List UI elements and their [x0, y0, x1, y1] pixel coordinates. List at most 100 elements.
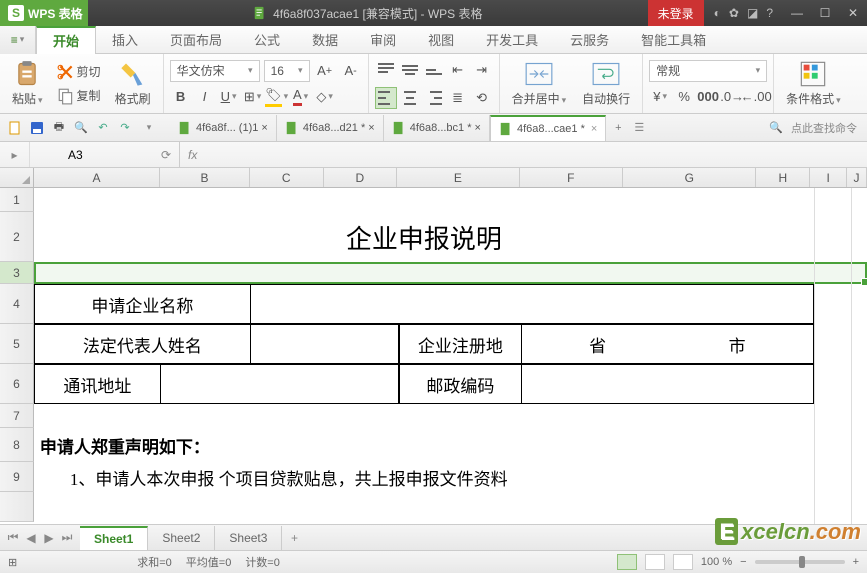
view-normal-button[interactable]	[617, 554, 637, 570]
bold-button[interactable]: B	[170, 86, 192, 108]
new-doc-tab-button[interactable]: +	[606, 122, 630, 134]
paste-button[interactable]: 粘贴▾	[6, 58, 49, 109]
cell-A9[interactable]: 1、申请人本次申报 个项目贷款贴息，共上报申报文件资料	[34, 462, 814, 492]
tab-view[interactable]: 视图	[412, 26, 470, 54]
currency-button[interactable]: ¥▾	[649, 86, 671, 108]
zoom-out-button[interactable]: −	[740, 556, 746, 568]
copy-button[interactable]: 复制	[53, 85, 105, 107]
cell-A4[interactable]: 申请企业名称	[34, 284, 251, 324]
col-E[interactable]: E	[397, 168, 519, 187]
qat-undo-icon[interactable]: ↶	[94, 119, 112, 137]
skin-icon[interactable]: ◪	[747, 6, 758, 20]
conditional-format-button[interactable]: 条件格式▾	[780, 58, 847, 109]
clear-format-button[interactable]: ◇▾	[314, 86, 336, 108]
font-size-select[interactable]: 16▾	[264, 60, 310, 82]
help-icon[interactable]: ?	[766, 6, 773, 20]
format-painter-button[interactable]: 格式刷	[109, 58, 157, 109]
minimize-button[interactable]: —	[783, 0, 811, 26]
justify-button[interactable]: ≣	[447, 87, 469, 109]
qat-print-icon[interactable]: 🖶	[50, 119, 68, 137]
tab-dev[interactable]: 开发工具	[470, 26, 554, 54]
zoom-slider[interactable]	[755, 560, 845, 564]
doc-close-icon[interactable]: ×	[591, 123, 597, 135]
cell-E5[interactable]: 企业注册地	[399, 324, 522, 364]
cell-F5[interactable]: 省市	[522, 324, 814, 364]
col-C[interactable]: C	[250, 168, 324, 187]
increase-decimal-button[interactable]: ←.00	[745, 86, 767, 108]
decrease-font-button[interactable]: A-	[340, 60, 362, 82]
col-H[interactable]: H	[756, 168, 810, 187]
sync-icon[interactable]: ◐	[714, 6, 721, 20]
name-box[interactable]: A3 ⟳	[60, 142, 180, 167]
border-button[interactable]: ⊞▾	[242, 86, 264, 108]
fill-color-button[interactable]: 🏷▾	[266, 86, 288, 108]
cell-C5[interactable]	[251, 324, 399, 364]
qat-preview-icon[interactable]: 🔍	[72, 119, 90, 137]
sheet-first-button[interactable]: ⏮	[4, 529, 22, 547]
maximize-button[interactable]: ☐	[811, 0, 839, 26]
align-left-button[interactable]	[375, 87, 397, 109]
row-9[interactable]: 9	[0, 462, 34, 492]
sheet-tab-3[interactable]: Sheet3	[215, 526, 282, 550]
sheet-tab-2[interactable]: Sheet2	[148, 526, 215, 550]
tab-insert[interactable]: 插入	[96, 26, 154, 54]
row-6[interactable]: 6	[0, 364, 34, 404]
align-bottom-button[interactable]	[423, 59, 445, 81]
tab-start[interactable]: 开始	[36, 26, 96, 54]
cell-C4[interactable]	[251, 284, 814, 324]
align-center-button[interactable]	[399, 87, 421, 109]
row-10[interactable]	[0, 492, 34, 522]
cell-A5[interactable]: 法定代表人姓名	[34, 324, 251, 364]
app-menu-button[interactable]: ≡▾	[0, 26, 36, 54]
sheet-last-button[interactable]: ⏭	[58, 529, 76, 547]
font-family-select[interactable]: 华文仿宋▾	[170, 60, 260, 82]
spreadsheet-grid[interactable]: A B C D E F G H I J 1 2 3 4 5 6 7 8 9 企业…	[0, 168, 867, 524]
fx-label[interactable]: fx	[180, 148, 205, 162]
col-I[interactable]: I	[810, 168, 847, 187]
col-B[interactable]: B	[160, 168, 250, 187]
zoom-level[interactable]: 100 %	[701, 556, 732, 568]
col-D[interactable]: D	[324, 168, 398, 187]
qat-redo-icon[interactable]: ↷	[116, 119, 134, 137]
row-7[interactable]: 7	[0, 404, 34, 428]
doc-tab-3[interactable]: 4f6a8...bc1 * ×	[384, 115, 490, 141]
doc-tab-2[interactable]: 4f6a8...d21 * ×	[277, 115, 384, 141]
italic-button[interactable]: I	[194, 86, 216, 108]
percent-button[interactable]: %	[673, 86, 695, 108]
qat-dropdown-icon[interactable]: ▾	[140, 119, 158, 137]
wrap-text-button[interactable]: 自动换行	[576, 58, 636, 109]
tab-cloud[interactable]: 云服务	[554, 26, 625, 54]
cell-F6[interactable]	[522, 364, 814, 404]
row-1[interactable]: 1	[0, 188, 34, 212]
close-button[interactable]: ✕	[839, 0, 867, 26]
comma-button[interactable]: 000	[697, 86, 719, 108]
sheet-prev-button[interactable]: ◀	[22, 529, 40, 547]
search-command-input[interactable]: 点此查找命令	[791, 120, 857, 136]
increase-font-button[interactable]: A+	[314, 60, 336, 82]
tab-tools[interactable]: 智能工具箱	[625, 26, 722, 54]
row-4[interactable]: 4	[0, 284, 34, 324]
formula-input[interactable]	[205, 142, 867, 167]
row-8[interactable]: 8	[0, 428, 34, 462]
indent-decrease-button[interactable]: ⇤	[447, 59, 469, 81]
namebox-refresh-icon[interactable]: ⟳	[161, 148, 171, 162]
cell-E6[interactable]: 邮政编码	[399, 364, 522, 404]
col-G[interactable]: G	[623, 168, 756, 187]
tab-formula[interactable]: 公式	[238, 26, 296, 54]
doc-tab-list-button[interactable]: ☰	[630, 121, 648, 134]
row-5[interactable]: 5	[0, 324, 34, 364]
tab-pagelayout[interactable]: 页面布局	[154, 26, 238, 54]
indent-increase-button[interactable]: ⇥	[471, 59, 493, 81]
font-color-button[interactable]: A▾	[290, 86, 312, 108]
col-A[interactable]: A	[34, 168, 160, 187]
qat-new-icon[interactable]	[6, 119, 24, 137]
sheet-tab-1[interactable]: Sheet1	[80, 526, 148, 550]
orientation-button[interactable]: ⟲	[471, 87, 493, 109]
align-right-button[interactable]	[423, 87, 445, 109]
search-icon[interactable]: 🔍	[769, 121, 783, 134]
underline-button[interactable]: U▾	[218, 86, 240, 108]
number-format-select[interactable]: 常规▾	[649, 60, 767, 82]
align-middle-button[interactable]	[399, 59, 421, 81]
add-sheet-button[interactable]: +	[282, 531, 306, 545]
login-button[interactable]: 未登录	[648, 0, 704, 26]
